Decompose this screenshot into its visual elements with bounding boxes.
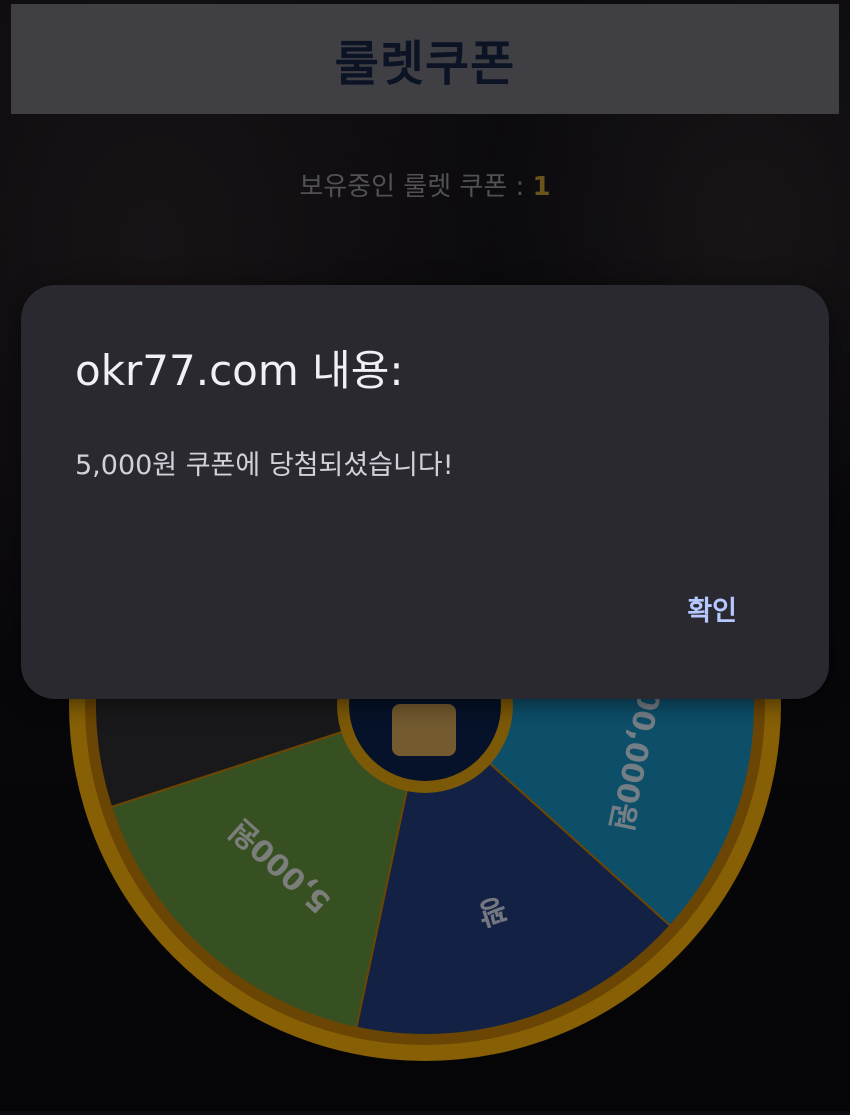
alert-dialog: okr77.com 내용: 5,000원 쿠폰에 당첨되셨습니다! 확인	[21, 285, 829, 699]
confirm-button[interactable]: 확인	[687, 589, 737, 628]
dialog-title: okr77.com 내용:	[75, 346, 404, 395]
dialog-message: 5,000원 쿠폰에 당첨되셨습니다!	[75, 450, 454, 481]
